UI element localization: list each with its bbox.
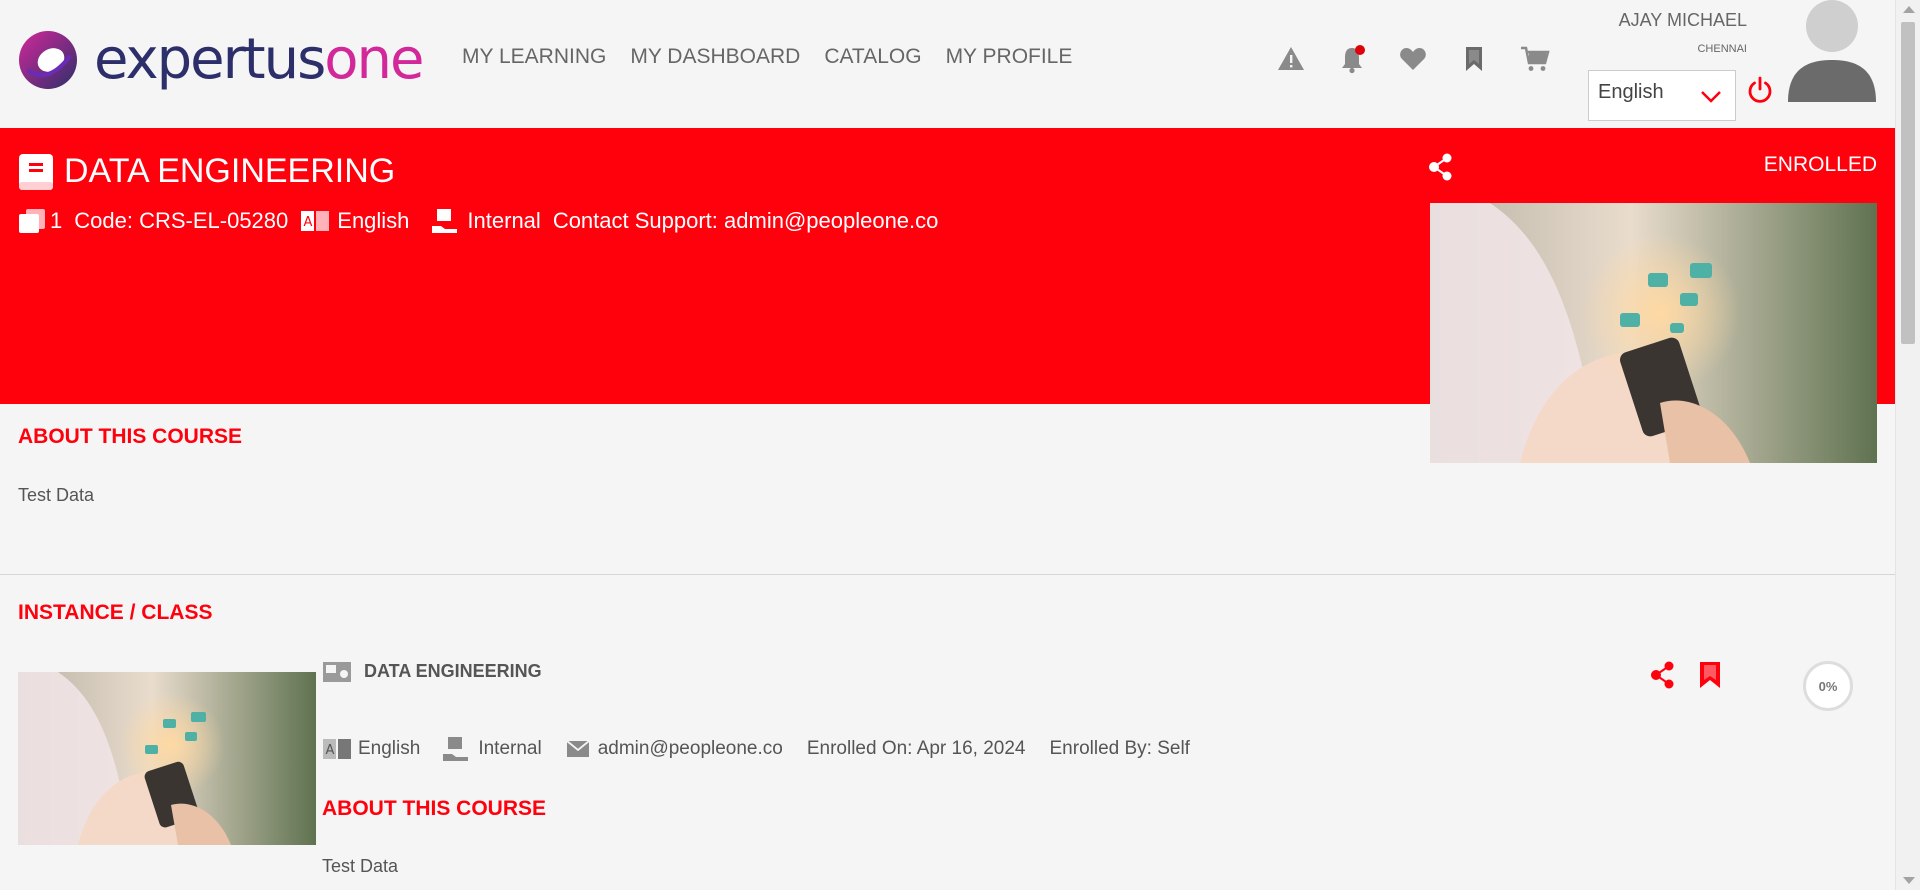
internal-delivery-icon	[443, 737, 469, 761]
avatar[interactable]	[1786, 0, 1878, 104]
class-type: Internal	[478, 738, 542, 759]
about-course-text: Test Data	[18, 485, 95, 505]
share-icon[interactable]	[1650, 661, 1676, 689]
class-contact-email[interactable]: admin@peopleone.co	[598, 738, 783, 760]
section-divider	[0, 574, 1895, 575]
chevron-down-icon	[1701, 91, 1721, 103]
course-sessions-count: 1	[50, 208, 63, 233]
nav-my-dashboard[interactable]: MY DASHBOARD	[630, 45, 800, 69]
class-meta-row: A English Internal admin@peopleone.co En…	[322, 736, 1190, 762]
course-code: Code: CRS-EL-05280	[74, 208, 289, 233]
heart-icon[interactable]	[1398, 44, 1428, 74]
instance-class-heading: INSTANCE / CLASS	[18, 601, 213, 624]
contact-support[interactable]: Contact Support: admin@peopleone.co	[553, 208, 939, 234]
progress-indicator: 0%	[1803, 661, 1853, 711]
course-title: DATA ENGINEERING	[64, 152, 396, 190]
internal-delivery-icon	[432, 209, 458, 233]
course-type: Internal	[467, 208, 541, 233]
scrollbar-thumb[interactable]	[1901, 22, 1915, 344]
class-thumbnail-image[interactable]	[18, 672, 316, 845]
main-nav: MY LEARNING MY DASHBOARD CATALOG MY PROF…	[462, 45, 1072, 69]
course-meta-row: 1 Code: CRS-EL-05280 A English Internal …	[18, 208, 938, 234]
vertical-scrollbar[interactable]	[1895, 0, 1920, 890]
enrolled-on-date: Enrolled On: Apr 16, 2024	[806, 738, 1026, 759]
logo-mark-icon	[19, 31, 77, 89]
enrolled-by: Enrolled By: Self	[1049, 738, 1190, 759]
scroll-down-arrow-icon[interactable]	[1903, 877, 1915, 884]
power-logout-icon[interactable]	[1746, 76, 1774, 104]
sessions-icon	[19, 209, 45, 233]
header-icon-bar	[1276, 44, 1550, 74]
top-header: expertusone MY LEARNING MY DASHBOARD CAT…	[0, 0, 1895, 128]
cart-icon[interactable]	[1520, 44, 1550, 74]
scroll-up-arrow-icon[interactable]	[1903, 6, 1915, 13]
svg-text:A: A	[304, 215, 313, 230]
bell-icon[interactable]	[1337, 44, 1367, 74]
alert-icon[interactable]	[1276, 44, 1306, 74]
bookmark-icon[interactable]	[1459, 44, 1489, 74]
bookmark-icon[interactable]	[1698, 661, 1722, 689]
expertusone-logo[interactable]: expertusone	[18, 27, 424, 92]
email-icon	[566, 740, 590, 757]
user-name[interactable]: AJAY MICHAEL	[1619, 10, 1747, 31]
svg-text:A: A	[326, 743, 335, 758]
course-language: English	[337, 208, 410, 233]
class-about-text: Test Data	[322, 856, 399, 876]
nav-my-learning[interactable]: MY LEARNING	[462, 45, 606, 69]
language-icon: A	[301, 211, 330, 231]
class-about-heading: ABOUT THIS COURSE	[322, 797, 547, 820]
about-course-heading: ABOUT THIS COURSE	[18, 425, 243, 448]
class-language: English	[358, 738, 421, 759]
user-location: CHENNAI	[1697, 43, 1747, 55]
language-select[interactable]: English	[1588, 70, 1736, 121]
book-icon	[19, 154, 53, 190]
course-thumbnail-image	[1430, 203, 1877, 463]
language-select-value: English	[1598, 81, 1664, 103]
notification-dot	[1355, 45, 1365, 55]
nav-my-profile[interactable]: MY PROFILE	[946, 45, 1073, 69]
nav-catalog[interactable]: CATALOG	[824, 45, 921, 69]
share-icon[interactable]	[1428, 153, 1454, 181]
classroom-type-icon	[323, 662, 351, 682]
class-title[interactable]: DATA ENGINEERING	[364, 661, 542, 682]
enrollment-status: ENROLLED	[1763, 153, 1877, 176]
logo-wordmark: expertusone	[94, 27, 424, 92]
language-icon: A	[323, 739, 351, 759]
